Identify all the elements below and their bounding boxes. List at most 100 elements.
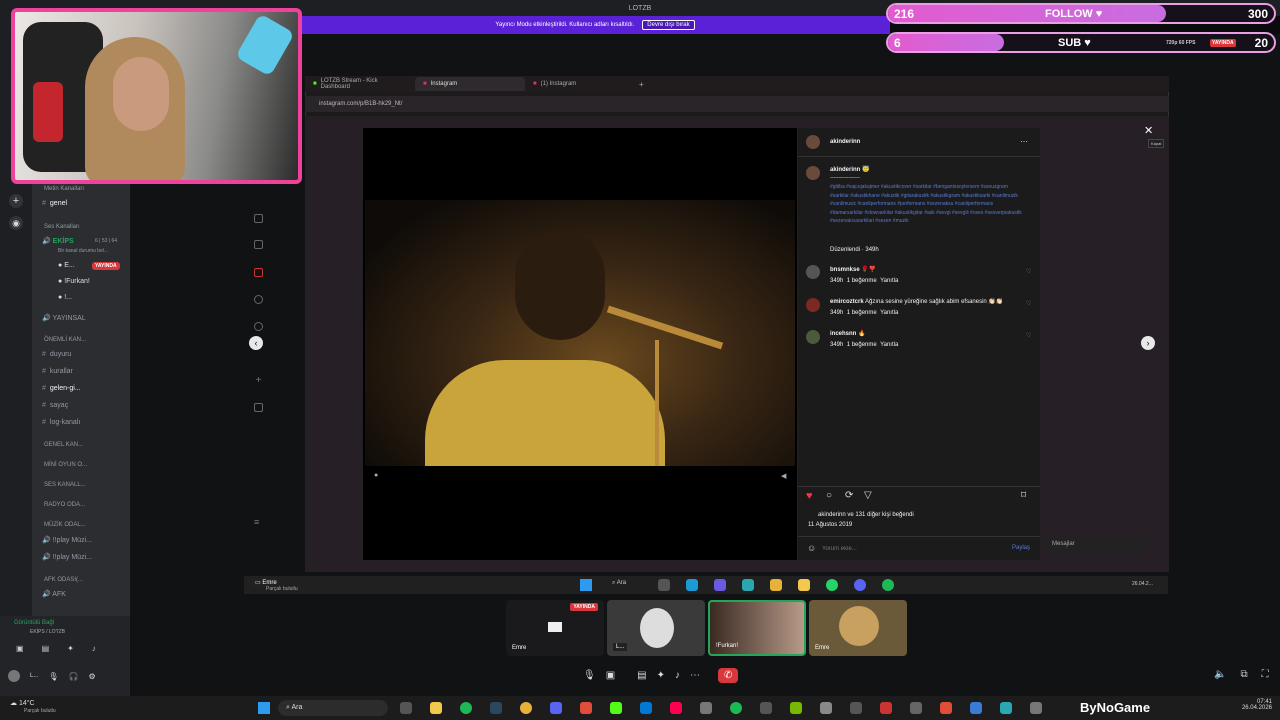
stream-tile[interactable]: Emre (809, 600, 907, 656)
previous-post-button[interactable]: ‹ (249, 336, 263, 350)
camera-icon[interactable]: ▣ (16, 644, 24, 653)
windows-start-icon[interactable] (580, 579, 592, 591)
app-icon[interactable] (686, 579, 698, 591)
settings-icon[interactable] (910, 702, 922, 714)
comment-icon[interactable]: ○ (826, 490, 832, 501)
voice-channel-afk[interactable]: 🔊 AFK (42, 590, 66, 598)
more-options-icon[interactable]: ⋯ (1020, 137, 1028, 146)
share-comment-button[interactable]: Paylaş (1012, 545, 1030, 551)
chrome-icon[interactable] (770, 579, 782, 591)
soundboard-icon[interactable]: ♪ (92, 644, 96, 653)
activities-icon[interactable]: ✦ (657, 670, 665, 681)
avatar[interactable] (806, 265, 820, 279)
task-view-icon[interactable] (400, 702, 412, 714)
category-voice[interactable]: SES KANALL... (44, 482, 86, 488)
settings-icon[interactable]: ⚙ (88, 672, 95, 681)
reply-link[interactable]: Yanıtla (880, 310, 898, 316)
avatar[interactable] (806, 298, 820, 312)
volume-icon[interactable]: 🔈 (1214, 669, 1226, 680)
taskbar-search[interactable]: ⌕ Ara (278, 700, 388, 716)
reels-icon[interactable] (254, 240, 263, 249)
app-icon[interactable] (640, 702, 652, 714)
category-text-channels[interactable]: Metin Kanalları (44, 186, 84, 192)
mute-icon[interactable]: ◀ (781, 472, 786, 480)
app-icon[interactable] (580, 702, 592, 714)
browser-tab[interactable]: ■ (1) Instagram (525, 77, 635, 91)
chrome-icon[interactable] (520, 702, 532, 714)
voice-channel-yayinsal[interactable]: 🔊 YAYINSAL (42, 314, 86, 322)
post-author[interactable]: akinderinn (830, 139, 860, 145)
weather-widget[interactable]: ☁ 14°C (10, 699, 35, 707)
category-voice-channels[interactable]: Ses Kanalları (44, 224, 80, 230)
channel-sayac[interactable]: # sayaç (42, 402, 68, 409)
inner-search[interactable]: ⌕ Ara (612, 580, 626, 587)
category-general[interactable]: GENEL KAN... (44, 442, 83, 448)
channel-kurallar[interactable]: # kurallar (42, 368, 73, 375)
app-icon[interactable] (1000, 702, 1012, 714)
emoji-icon[interactable]: ☺ (807, 543, 816, 553)
like-comment-icon[interactable]: ♡ (1026, 332, 1031, 339)
edge-icon[interactable] (742, 579, 754, 591)
stream-tile[interactable]: L... (607, 600, 705, 656)
folder-icon[interactable] (798, 579, 810, 591)
browser-tab-active[interactable]: ■ Instagram (415, 77, 525, 91)
stream-tile[interactable]: YAYINDA Emre (506, 600, 604, 656)
spotify-icon[interactable] (882, 579, 894, 591)
repost-icon[interactable]: ⟳ (845, 490, 853, 501)
like-comment-icon[interactable]: ♡ (1026, 300, 1031, 307)
screen-share-icon[interactable]: ▤ (637, 670, 646, 681)
channel-duyuru[interactable]: # duyuru (42, 351, 71, 358)
share-icon[interactable]: ▽ (864, 490, 872, 501)
avatar[interactable] (8, 670, 20, 682)
steam-icon[interactable] (490, 702, 502, 714)
more-icon[interactable]: ⋯ (690, 670, 700, 681)
reply-link[interactable]: Yanıtla (880, 342, 898, 348)
avatar[interactable] (806, 330, 820, 344)
camera-icon[interactable]: ▣ (606, 670, 615, 681)
fullscreen-icon[interactable]: ⛶ (1262, 669, 1269, 680)
activities-icon[interactable]: ✦ (67, 644, 74, 653)
mic-icon[interactable]: 🎙 (48, 672, 58, 681)
search-icon[interactable] (254, 295, 263, 304)
app-icon[interactable] (880, 702, 892, 714)
app-icon[interactable] (760, 702, 772, 714)
category-radio[interactable]: RADYO ODA... (44, 502, 85, 508)
voice-channel-play1[interactable]: 🔊 !!play Müzi... (42, 536, 92, 544)
menu-icon[interactable]: ≡ (254, 518, 263, 527)
next-post-button[interactable]: › (1141, 336, 1155, 350)
profile-icon[interactable] (254, 403, 263, 412)
user-tag-icon[interactable]: ● (374, 472, 378, 479)
headphone-icon[interactable]: 🎧 (69, 672, 79, 681)
task-view-icon[interactable] (658, 579, 670, 591)
voice-channel-ekips[interactable]: 🔊 EKİPS (42, 237, 74, 245)
app-icon[interactable] (700, 702, 712, 714)
create-icon[interactable]: + (254, 376, 263, 386)
whatsapp-icon[interactable] (826, 579, 838, 591)
like-comment-icon[interactable]: ♡ (1026, 268, 1031, 275)
likes-summary[interactable]: akinderinn ve 131 diğer kişi beğendi (818, 512, 914, 518)
caption-hashtags[interactable]: #gitiba #sajcojakajmer #akustikcover #sa… (830, 183, 1026, 226)
windows-start-icon[interactable] (258, 702, 270, 714)
app-icon[interactable] (1030, 702, 1042, 714)
app-icon[interactable] (850, 702, 862, 714)
voice-member[interactable]: ● !... (58, 294, 72, 301)
stream-tile[interactable]: !Furkan! (708, 600, 806, 656)
popout-icon[interactable]: ⧉ (1240, 669, 1247, 680)
notifications-icon[interactable] (254, 268, 263, 277)
nvidia-icon[interactable] (790, 702, 802, 714)
explore-icon[interactable] (254, 322, 263, 331)
app-icon[interactable] (970, 702, 982, 714)
address-bar[interactable]: instagram.com/p/B1B-hk29_Nt/ (305, 96, 1169, 112)
category-important[interactable]: ÖNEMLİ KAN... (44, 337, 86, 343)
close-post-button[interactable]: ✕ (1144, 124, 1153, 137)
spotify-icon[interactable] (460, 702, 472, 714)
category-music[interactable]: MÜZİK ODAL... (44, 522, 86, 528)
channel-gelen[interactable]: # gelen-gi... (42, 385, 81, 392)
disable-streamer-mode-button[interactable]: Devre dışı bırak (642, 20, 695, 30)
category-afk[interactable]: AFK ODASI(... (44, 577, 83, 583)
new-tab-icon[interactable]: + (639, 80, 644, 89)
app-icon[interactable] (730, 702, 742, 714)
leave-call-button[interactable]: ✆ (718, 667, 739, 683)
voice-channel-play2[interactable]: 🔊 !!play Müzi... (42, 553, 92, 561)
messages-button[interactable]: Mesajlar (1044, 537, 1146, 553)
